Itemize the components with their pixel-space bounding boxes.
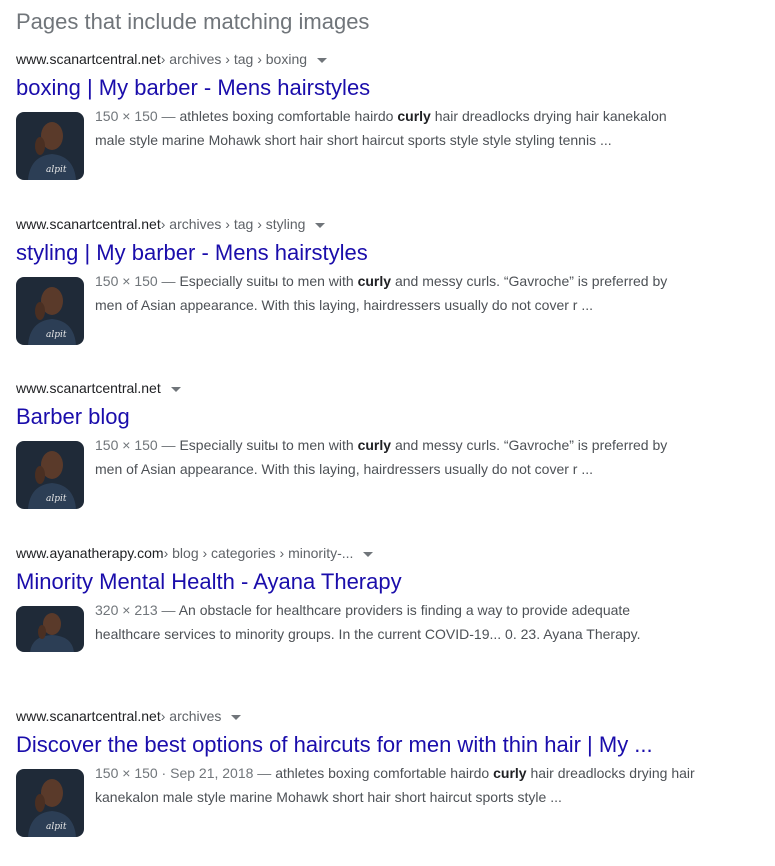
dropdown-caret-icon[interactable] [317, 57, 328, 63]
result-title-link[interactable]: styling | My barber - Mens hairstyles [16, 239, 716, 267]
snippet-text: athletes boxing comfortable hairdo [179, 108, 398, 124]
svg-text:alpit: alpit [46, 822, 67, 832]
result-breadcrumb: › archives › tag › styling [160, 216, 306, 232]
svg-text:alpit: alpit [46, 330, 67, 340]
result-domain: www.scanartcentral.net [16, 216, 161, 232]
dropdown-caret-icon[interactable] [231, 714, 242, 720]
result-meta: 150 × 150 — [95, 108, 180, 124]
result-thumbnail[interactable]: alpit [16, 769, 84, 837]
search-result: www.scanartcentral.net › archives › tag … [16, 49, 716, 180]
snippet-text: Especially suitы to men with [179, 437, 358, 453]
dropdown-caret-icon[interactable] [315, 222, 326, 228]
result-cite: www.ayanatherapy.com › blog › categories… [16, 543, 716, 563]
result-snippet: 150 × 150 — Especially suitы to men with… [95, 433, 695, 509]
result-title-link[interactable]: Minority Mental Health - Ayana Therapy [16, 568, 716, 596]
snippet-highlight: curly [493, 765, 527, 781]
result-domain: www.scanartcentral.net [16, 380, 161, 396]
result-domain: www.scanartcentral.net [16, 708, 161, 724]
search-result: www.ayanatherapy.com › blog › categories… [16, 543, 716, 652]
snippet-highlight: curly [357, 273, 392, 289]
result-domain: www.scanartcentral.net [16, 51, 161, 67]
result-snippet: 150 × 150 — athletes boxing comfortable … [95, 104, 695, 180]
result-meta: 320 × 213 — [95, 602, 179, 618]
result-cite: www.scanartcentral.net › archives › tag … [16, 214, 716, 234]
result-breadcrumb: › archives › tag › boxing [160, 51, 308, 67]
result-meta: 150 × 150 — [95, 273, 180, 289]
snippet-text: Especially suitы to men with [179, 273, 358, 289]
result-thumbnail[interactable]: alpit [16, 112, 84, 180]
result-snippet: 320 × 213 — An obstacle for healthcare p… [95, 598, 695, 652]
result-snippet: 150 × 150 — Especially suitы to men with… [95, 269, 695, 345]
search-result: www.scanartcentral.net › archives › tag … [16, 214, 716, 345]
result-meta: 150 × 150 · Sep 21, 2018 — [95, 765, 276, 781]
result-cite: www.scanartcentral.net › archives › tag … [16, 49, 716, 69]
result-domain: www.ayanatherapy.com [16, 545, 164, 561]
svg-text:alpit: alpit [46, 494, 67, 504]
result-title-link[interactable]: Barber blog [16, 403, 716, 431]
result-cite: www.scanartcentral.net [16, 378, 716, 398]
dropdown-caret-icon[interactable] [170, 386, 181, 392]
snippet-highlight: curly [357, 437, 392, 453]
search-result: www.scanartcentral.net Barber blog alpit… [16, 378, 716, 509]
result-meta: 150 × 150 — [95, 437, 180, 453]
result-breadcrumb: › archives [160, 708, 222, 724]
result-cite: www.scanartcentral.net › archives [16, 706, 716, 726]
snippet-highlight: curly [397, 108, 431, 124]
result-title-link[interactable]: boxing | My barber - Mens hairstyles [16, 74, 716, 102]
svg-text:alpit: alpit [46, 165, 67, 175]
result-thumbnail[interactable]: alpit [16, 441, 84, 509]
result-thumbnail[interactable] [16, 606, 84, 652]
section-heading: Pages that include matching images [16, 9, 370, 34]
search-result: www.scanartcentral.net › archives Discov… [16, 706, 716, 837]
result-snippet: 150 × 150 · Sep 21, 2018 — athletes boxi… [95, 761, 695, 837]
result-thumbnail[interactable]: alpit [16, 277, 84, 345]
result-breadcrumb: › blog › categories › minority-... [163, 545, 354, 561]
result-title-link[interactable]: Discover the best options of haircuts fo… [16, 731, 716, 759]
snippet-text: athletes boxing comfortable hairdo [275, 765, 494, 781]
dropdown-caret-icon[interactable] [363, 551, 374, 557]
